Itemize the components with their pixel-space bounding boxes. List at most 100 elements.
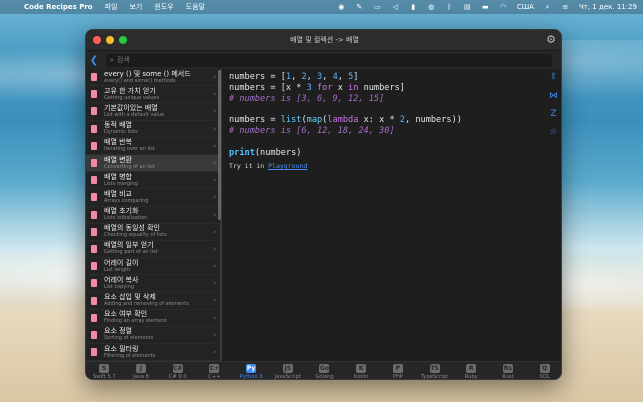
chevron-right-icon: › bbox=[213, 210, 216, 219]
tab-label: C# 9.0 bbox=[168, 373, 187, 380]
list-item-title: 요소 정렬 bbox=[104, 327, 132, 336]
list-item-title: 배열 초기화 bbox=[104, 207, 139, 216]
clock[interactable]: Чт, 1 дек. 11:29 bbox=[579, 3, 637, 11]
tab-label: Golang bbox=[315, 373, 334, 380]
chevron-right-icon: › bbox=[213, 193, 216, 202]
list-item-texts: 요소 필터링 Filtering of elements bbox=[104, 345, 155, 359]
list-item[interactable]: 배열 반복 Iterating over an list › bbox=[86, 138, 222, 155]
list-item-subtitle: every() and some() methods bbox=[104, 77, 176, 84]
vpn-icon[interactable]: ◍ bbox=[427, 3, 436, 11]
spotlight-icon[interactable]: ⌕ bbox=[543, 3, 552, 12]
chevron-right-icon: › bbox=[213, 330, 216, 339]
control-center-icon[interactable]: ≡ bbox=[561, 3, 570, 11]
list-item-texts: 배열 반복 Iterating over an list bbox=[104, 139, 155, 152]
list-item-texts: 동적 배열 Dynamic lists bbox=[104, 122, 138, 135]
language-icon: Go bbox=[319, 363, 330, 373]
tab-label: Swift 5.7 bbox=[93, 373, 116, 380]
tab-python-3[interactable]: Py Python 3 bbox=[233, 362, 270, 379]
menu-help[interactable]: 도움말 bbox=[186, 2, 205, 12]
list-item[interactable]: 요소 삽입 및 삭제 Adding and removing of element… bbox=[86, 292, 222, 310]
code-line: print(numbers) bbox=[229, 147, 302, 158]
list-item[interactable]: 요소 정렬 Sorting of elements › bbox=[86, 327, 222, 344]
wifi-icon[interactable]: ◠ bbox=[499, 3, 508, 11]
document-icon bbox=[91, 159, 97, 168]
menu-view[interactable]: 보기 bbox=[129, 2, 142, 12]
tab-rust[interactable]: Rs Rust bbox=[490, 362, 527, 379]
list-item[interactable]: 요소 여부 확인 Finding an array element › bbox=[86, 310, 222, 327]
code-line: numbers = [1, 2, 3, 4, 5] bbox=[229, 72, 359, 82]
message-icon[interactable]: ▭ bbox=[373, 3, 382, 11]
list-item[interactable]: 고유 한 가치 얻기 Getting unique values › bbox=[86, 86, 222, 104]
menu-file[interactable]: 파일 bbox=[105, 2, 118, 12]
search-icon: ⌕ bbox=[110, 55, 114, 64]
chat-icon[interactable]: ▤ bbox=[463, 3, 472, 11]
tab-php[interactable]: P PHP bbox=[380, 362, 417, 379]
tab-label: Ruby bbox=[464, 373, 478, 380]
mute-icon[interactable]: ◁ bbox=[391, 3, 400, 11]
document-icon bbox=[91, 210, 97, 219]
tab-c-[interactable]: C+ C++ bbox=[196, 362, 233, 379]
minimize-window-button[interactable] bbox=[106, 36, 114, 44]
share-icon[interactable]: ⇪ bbox=[548, 72, 559, 83]
list-item[interactable]: 어레이 길이 List length › bbox=[86, 258, 222, 276]
list-item[interactable]: 배열의 동일성 확인 Checking equality of lists › bbox=[86, 224, 222, 241]
language-icon: JS bbox=[282, 363, 293, 373]
search-row: ❮ ⌕ bbox=[86, 51, 561, 69]
tab-swift-5-7[interactable]: S Swift 5.7 bbox=[86, 362, 123, 380]
code-comment: # numbers is [3, 6, 9, 12, 15] bbox=[229, 93, 385, 104]
list-item-texts: 배열의 동일성 확인 Checking equality of lists bbox=[104, 225, 167, 238]
tab-kotlin[interactable]: K Kotlin bbox=[343, 362, 380, 380]
close-window-button[interactable] bbox=[93, 36, 101, 44]
tab-c-9-0[interactable]: C# C# 9.0 bbox=[159, 362, 196, 380]
sort-icon[interactable]: Ζ bbox=[548, 109, 559, 120]
list-item-title: 배열 반복 bbox=[104, 138, 132, 147]
pen-icon[interactable]: ✎ bbox=[355, 3, 364, 11]
list-item[interactable]: 배열의 일부 얻기 Getting part of an list › bbox=[86, 241, 222, 259]
list-item-subtitle: List with a default value bbox=[104, 111, 165, 118]
language-icon: TS bbox=[429, 363, 440, 373]
list-item[interactable]: 기본값이있는 배열 List with a default value › bbox=[86, 103, 222, 121]
bluetooth-icon[interactable]: ᛒ bbox=[445, 3, 454, 11]
try-it-text: Try it in Playground bbox=[229, 161, 539, 172]
tab-javascript[interactable]: JS JavaScript bbox=[269, 362, 306, 379]
status-area: ◉ ✎ ▭ ◁ ▮ ◍ ᛒ ▤ ▬ ◠ США ⌕ ≡ Чт, 1 дек. 1… bbox=[337, 3, 637, 12]
gear-icon[interactable]: ⚙ bbox=[545, 34, 557, 46]
chevron-right-icon: › bbox=[213, 158, 216, 167]
code-comment: # numbers is [6, 12, 18, 24, 30] bbox=[229, 125, 395, 136]
list-item-texts: 어레이 길이 List length bbox=[104, 259, 138, 273]
battery-app-icon[interactable]: ▮ bbox=[409, 3, 418, 11]
list-item-texts: 요소 여부 확인 Finding an array element bbox=[104, 311, 167, 324]
apple-icon[interactable] bbox=[6, 3, 14, 12]
list-item[interactable]: 배열 변환 Converting of an list › bbox=[86, 154, 222, 173]
code-line: numbers = list(map(lambda x: x * 2, numb… bbox=[229, 115, 462, 126]
menu-window[interactable]: 윈도우 bbox=[154, 2, 173, 12]
list-item[interactable]: 배열 초기화 Lists initialization › bbox=[86, 207, 222, 224]
list-item[interactable]: 배열 비교 Arrays comparing › bbox=[86, 189, 222, 207]
tab-golang[interactable]: Go Golang bbox=[306, 362, 343, 380]
status-app-icon[interactable]: ◉ bbox=[337, 3, 346, 11]
tab-typescript[interactable]: TS TypeScript bbox=[416, 362, 453, 379]
favorite-star-icon[interactable]: ☆ bbox=[548, 127, 559, 138]
tab-sql[interactable]: Q SQL bbox=[526, 362, 561, 379]
tab-java-8[interactable]: J Java 8 bbox=[123, 362, 160, 380]
list-item[interactable]: 어레이 복사 List copying › bbox=[86, 275, 222, 293]
tab-ruby[interactable]: R Ruby bbox=[453, 362, 490, 380]
list-item[interactable]: 배열 병합 Lists merging › bbox=[86, 172, 222, 190]
app-name-menu[interactable]: Code Recipes Pro bbox=[24, 3, 93, 11]
back-chevron-icon[interactable]: ❮ bbox=[86, 55, 102, 66]
search-input[interactable] bbox=[116, 56, 517, 64]
battery-icon[interactable]: ▬ bbox=[481, 3, 490, 11]
playground-link[interactable]: Playground bbox=[268, 162, 307, 170]
list-item-subtitle: Lists initialization bbox=[104, 215, 148, 222]
list-item[interactable]: 동적 배열 Dynamic lists › bbox=[86, 121, 222, 138]
list-item-title: 배열의 일부 얻기 bbox=[104, 241, 154, 250]
list-item[interactable]: every () 및 some () 메서드 every() and some()… bbox=[86, 69, 222, 87]
chevron-right-icon: › bbox=[213, 348, 216, 356]
zoom-window-button[interactable] bbox=[119, 36, 127, 44]
keyboard-layout[interactable]: США bbox=[517, 3, 534, 11]
list-item[interactable]: 요소 필터링 Filtering of elements › bbox=[86, 344, 222, 361]
sidebar-scroll-thumb[interactable] bbox=[218, 70, 221, 220]
tab-label: Java 8 bbox=[133, 373, 149, 380]
compare-icon[interactable]: ⋈ bbox=[548, 91, 559, 102]
tab-label: Kotlin bbox=[353, 373, 369, 380]
